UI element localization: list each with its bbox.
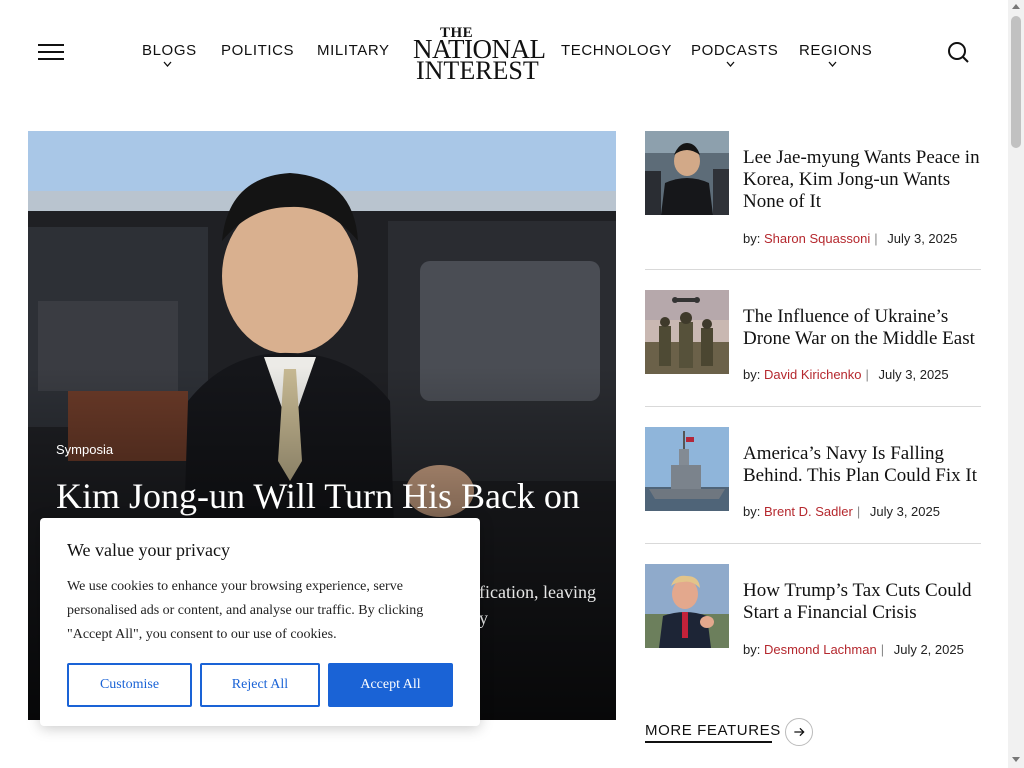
reject-all-button[interactable]: Reject All <box>200 663 320 707</box>
story-title[interactable]: How Trump’s Tax Cuts Could Start a Finan… <box>743 580 981 624</box>
arrow-right-icon[interactable] <box>785 718 813 746</box>
hamburger-menu-icon[interactable] <box>38 44 64 60</box>
story-item: America’s Navy Is Falling Behind. This P… <box>645 427 981 537</box>
nav-regions[interactable]: REGIONS <box>799 42 872 59</box>
page-scrollbar[interactable] <box>1008 0 1024 768</box>
story-thumbnail[interactable] <box>645 427 729 511</box>
story-date: July 3, 2025 <box>887 231 958 246</box>
story-date: July 3, 2025 <box>869 504 940 519</box>
story-byline: by: David Kirichenko | July 3, 2025 <box>743 367 949 382</box>
story-thumbnail[interactable] <box>645 131 729 215</box>
nav-technology[interactable]: TECHNOLOGY <box>561 42 672 59</box>
divider <box>645 543 981 544</box>
divider <box>645 406 981 407</box>
hero-title[interactable]: Kim Jong-un Will Turn His Back on <box>56 475 616 517</box>
cookie-text: We use cookies to enhance your browsing … <box>67 579 424 642</box>
story-title[interactable]: Lee Jae-myung Wants Peace in Korea, Kim … <box>743 147 981 213</box>
story-title[interactable]: America’s Navy Is Falling Behind. This P… <box>743 443 981 487</box>
byline-prefix: by: <box>743 504 761 519</box>
scroll-thumb[interactable] <box>1011 16 1021 148</box>
story-date: July 3, 2025 <box>878 367 949 382</box>
scroll-up-arrow-icon[interactable] <box>1012 4 1020 9</box>
story-title[interactable]: The Influence of Ukraine’s Drone War on … <box>743 306 981 350</box>
nav-podcasts[interactable]: PODCASTS <box>691 42 778 59</box>
chevron-down-icon[interactable] <box>828 60 837 69</box>
story-item: The Influence of Ukraine’s Drone War on … <box>645 290 981 400</box>
story-byline: by: Desmond Lachman | July 2, 2025 <box>743 642 964 657</box>
search-icon[interactable] <box>946 40 970 64</box>
scroll-down-arrow-icon[interactable] <box>1012 757 1020 762</box>
story-byline: by: Sharon Squassoni | July 3, 2025 <box>743 231 958 246</box>
story-item: Lee Jae-myung Wants Peace in Korea, Kim … <box>645 131 981 261</box>
chevron-down-icon[interactable] <box>726 60 735 69</box>
story-byline: by: Brent D. Sadler | July 3, 2025 <box>743 504 940 519</box>
story-author[interactable]: Brent D. Sadler <box>764 504 853 519</box>
more-features-label[interactable]: MORE FEATURES <box>645 722 781 739</box>
story-thumbnail[interactable] <box>645 290 729 374</box>
customise-button[interactable]: Customise <box>67 663 192 707</box>
byline-prefix: by: <box>743 231 761 246</box>
hero-category[interactable]: Symposia <box>56 442 113 457</box>
byline-prefix: by: <box>743 642 761 657</box>
divider <box>645 269 981 270</box>
byline-prefix: by: <box>743 367 761 382</box>
nav-military[interactable]: MILITARY <box>317 42 390 59</box>
cookie-title: We value your privacy <box>67 540 230 560</box>
story-date: July 2, 2025 <box>893 642 964 657</box>
site-header: BLOGS POLITICS MILITARY THE NATIONAL INT… <box>0 0 1008 104</box>
story-author[interactable]: Desmond Lachman <box>764 642 877 657</box>
site-logo[interactable]: THE NATIONAL INTEREST <box>412 24 546 85</box>
logo-line-interest: INTEREST <box>416 56 539 85</box>
story-author[interactable]: David Kirichenko <box>764 367 862 382</box>
chevron-down-icon[interactable] <box>163 60 172 69</box>
more-features-underline <box>645 741 772 743</box>
cookie-consent-dialog: We value your privacy We use cookies to … <box>40 518 480 726</box>
nav-blogs[interactable]: BLOGS <box>142 42 197 59</box>
story-thumbnail[interactable] <box>645 564 729 648</box>
nav-politics[interactable]: POLITICS <box>221 42 294 59</box>
story-item: How Trump’s Tax Cuts Could Start a Finan… <box>645 564 981 684</box>
story-author[interactable]: Sharon Squassoni <box>764 231 870 246</box>
accept-all-button[interactable]: Accept All <box>328 663 453 707</box>
